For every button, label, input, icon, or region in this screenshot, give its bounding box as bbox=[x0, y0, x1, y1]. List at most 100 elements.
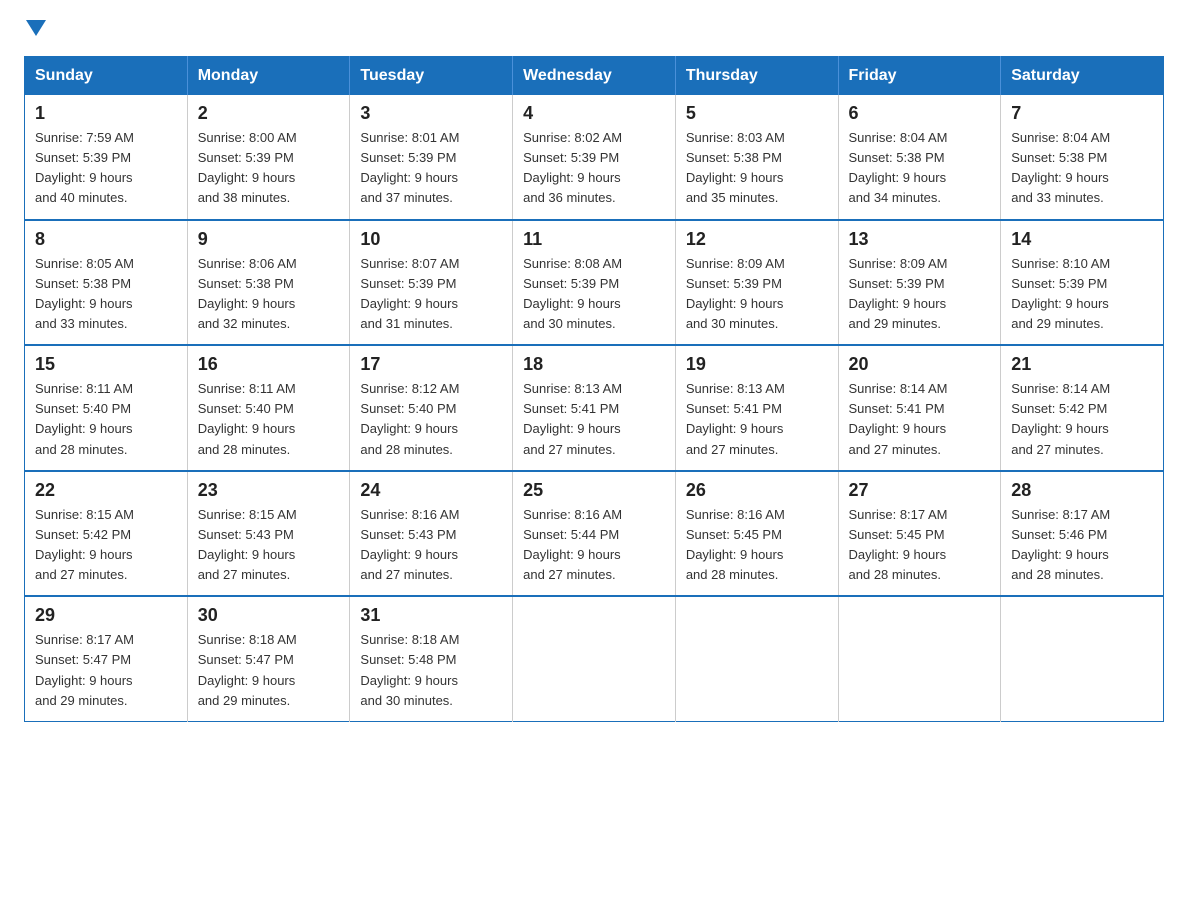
calendar-cell: 17 Sunrise: 8:12 AM Sunset: 5:40 PM Dayl… bbox=[350, 345, 513, 471]
calendar-cell: 9 Sunrise: 8:06 AM Sunset: 5:38 PM Dayli… bbox=[187, 220, 350, 346]
calendar-table: SundayMondayTuesdayWednesdayThursdayFrid… bbox=[24, 56, 1164, 722]
col-header-wednesday: Wednesday bbox=[513, 57, 676, 96]
day-info: Sunrise: 8:14 AM Sunset: 5:42 PM Dayligh… bbox=[1011, 379, 1153, 460]
day-number: 31 bbox=[360, 605, 502, 626]
col-header-sunday: Sunday bbox=[25, 57, 188, 96]
day-info: Sunrise: 8:04 AM Sunset: 5:38 PM Dayligh… bbox=[849, 128, 991, 209]
day-info: Sunrise: 8:11 AM Sunset: 5:40 PM Dayligh… bbox=[35, 379, 177, 460]
calendar-cell: 4 Sunrise: 8:02 AM Sunset: 5:39 PM Dayli… bbox=[513, 95, 676, 220]
day-info: Sunrise: 8:01 AM Sunset: 5:39 PM Dayligh… bbox=[360, 128, 502, 209]
day-number: 11 bbox=[523, 229, 665, 250]
col-header-friday: Friday bbox=[838, 57, 1001, 96]
calendar-cell: 26 Sunrise: 8:16 AM Sunset: 5:45 PM Dayl… bbox=[675, 471, 838, 597]
logo bbox=[24, 24, 46, 40]
day-info: Sunrise: 8:15 AM Sunset: 5:43 PM Dayligh… bbox=[198, 505, 340, 586]
day-number: 4 bbox=[523, 103, 665, 124]
calendar-cell bbox=[1001, 596, 1164, 721]
day-info: Sunrise: 8:17 AM Sunset: 5:46 PM Dayligh… bbox=[1011, 505, 1153, 586]
calendar-cell: 18 Sunrise: 8:13 AM Sunset: 5:41 PM Dayl… bbox=[513, 345, 676, 471]
day-info: Sunrise: 8:16 AM Sunset: 5:44 PM Dayligh… bbox=[523, 505, 665, 586]
calendar-week-4: 22 Sunrise: 8:15 AM Sunset: 5:42 PM Dayl… bbox=[25, 471, 1164, 597]
day-number: 26 bbox=[686, 480, 828, 501]
day-info: Sunrise: 8:18 AM Sunset: 5:47 PM Dayligh… bbox=[198, 630, 340, 711]
day-number: 20 bbox=[849, 354, 991, 375]
day-info: Sunrise: 8:09 AM Sunset: 5:39 PM Dayligh… bbox=[686, 254, 828, 335]
calendar-cell: 14 Sunrise: 8:10 AM Sunset: 5:39 PM Dayl… bbox=[1001, 220, 1164, 346]
day-info: Sunrise: 8:08 AM Sunset: 5:39 PM Dayligh… bbox=[523, 254, 665, 335]
calendar-week-5: 29 Sunrise: 8:17 AM Sunset: 5:47 PM Dayl… bbox=[25, 596, 1164, 721]
logo-triangle-icon bbox=[26, 20, 46, 36]
day-info: Sunrise: 8:17 AM Sunset: 5:45 PM Dayligh… bbox=[849, 505, 991, 586]
day-number: 17 bbox=[360, 354, 502, 375]
day-number: 18 bbox=[523, 354, 665, 375]
day-info: Sunrise: 8:06 AM Sunset: 5:38 PM Dayligh… bbox=[198, 254, 340, 335]
day-info: Sunrise: 8:04 AM Sunset: 5:38 PM Dayligh… bbox=[1011, 128, 1153, 209]
calendar-cell: 23 Sunrise: 8:15 AM Sunset: 5:43 PM Dayl… bbox=[187, 471, 350, 597]
calendar-cell: 8 Sunrise: 8:05 AM Sunset: 5:38 PM Dayli… bbox=[25, 220, 188, 346]
day-number: 28 bbox=[1011, 480, 1153, 501]
day-number: 13 bbox=[849, 229, 991, 250]
day-info: Sunrise: 8:16 AM Sunset: 5:43 PM Dayligh… bbox=[360, 505, 502, 586]
calendar-cell bbox=[675, 596, 838, 721]
day-number: 19 bbox=[686, 354, 828, 375]
calendar-cell bbox=[838, 596, 1001, 721]
calendar-cell: 22 Sunrise: 8:15 AM Sunset: 5:42 PM Dayl… bbox=[25, 471, 188, 597]
day-number: 6 bbox=[849, 103, 991, 124]
calendar-cell: 28 Sunrise: 8:17 AM Sunset: 5:46 PM Dayl… bbox=[1001, 471, 1164, 597]
calendar-cell: 27 Sunrise: 8:17 AM Sunset: 5:45 PM Dayl… bbox=[838, 471, 1001, 597]
page-header bbox=[24, 24, 1164, 40]
calendar-cell: 16 Sunrise: 8:11 AM Sunset: 5:40 PM Dayl… bbox=[187, 345, 350, 471]
calendar-cell bbox=[513, 596, 676, 721]
calendar-cell: 5 Sunrise: 8:03 AM Sunset: 5:38 PM Dayli… bbox=[675, 95, 838, 220]
day-number: 27 bbox=[849, 480, 991, 501]
calendar-cell: 12 Sunrise: 8:09 AM Sunset: 5:39 PM Dayl… bbox=[675, 220, 838, 346]
day-number: 12 bbox=[686, 229, 828, 250]
day-number: 24 bbox=[360, 480, 502, 501]
day-number: 1 bbox=[35, 103, 177, 124]
day-info: Sunrise: 8:18 AM Sunset: 5:48 PM Dayligh… bbox=[360, 630, 502, 711]
day-info: Sunrise: 8:05 AM Sunset: 5:38 PM Dayligh… bbox=[35, 254, 177, 335]
day-info: Sunrise: 8:15 AM Sunset: 5:42 PM Dayligh… bbox=[35, 505, 177, 586]
day-number: 16 bbox=[198, 354, 340, 375]
day-info: Sunrise: 8:12 AM Sunset: 5:40 PM Dayligh… bbox=[360, 379, 502, 460]
calendar-cell: 19 Sunrise: 8:13 AM Sunset: 5:41 PM Dayl… bbox=[675, 345, 838, 471]
day-info: Sunrise: 8:14 AM Sunset: 5:41 PM Dayligh… bbox=[849, 379, 991, 460]
day-info: Sunrise: 8:09 AM Sunset: 5:39 PM Dayligh… bbox=[849, 254, 991, 335]
calendar-cell: 29 Sunrise: 8:17 AM Sunset: 5:47 PM Dayl… bbox=[25, 596, 188, 721]
calendar-cell: 15 Sunrise: 8:11 AM Sunset: 5:40 PM Dayl… bbox=[25, 345, 188, 471]
day-number: 30 bbox=[198, 605, 340, 626]
calendar-cell: 20 Sunrise: 8:14 AM Sunset: 5:41 PM Dayl… bbox=[838, 345, 1001, 471]
day-number: 15 bbox=[35, 354, 177, 375]
col-header-monday: Monday bbox=[187, 57, 350, 96]
day-info: Sunrise: 8:00 AM Sunset: 5:39 PM Dayligh… bbox=[198, 128, 340, 209]
day-number: 2 bbox=[198, 103, 340, 124]
day-number: 22 bbox=[35, 480, 177, 501]
day-info: Sunrise: 7:59 AM Sunset: 5:39 PM Dayligh… bbox=[35, 128, 177, 209]
calendar-week-1: 1 Sunrise: 7:59 AM Sunset: 5:39 PM Dayli… bbox=[25, 95, 1164, 220]
day-number: 8 bbox=[35, 229, 177, 250]
calendar-cell: 25 Sunrise: 8:16 AM Sunset: 5:44 PM Dayl… bbox=[513, 471, 676, 597]
day-number: 21 bbox=[1011, 354, 1153, 375]
day-number: 23 bbox=[198, 480, 340, 501]
calendar-cell: 13 Sunrise: 8:09 AM Sunset: 5:39 PM Dayl… bbox=[838, 220, 1001, 346]
calendar-cell: 6 Sunrise: 8:04 AM Sunset: 5:38 PM Dayli… bbox=[838, 95, 1001, 220]
day-info: Sunrise: 8:07 AM Sunset: 5:39 PM Dayligh… bbox=[360, 254, 502, 335]
calendar-cell: 30 Sunrise: 8:18 AM Sunset: 5:47 PM Dayl… bbox=[187, 596, 350, 721]
day-number: 3 bbox=[360, 103, 502, 124]
calendar-week-2: 8 Sunrise: 8:05 AM Sunset: 5:38 PM Dayli… bbox=[25, 220, 1164, 346]
day-info: Sunrise: 8:17 AM Sunset: 5:47 PM Dayligh… bbox=[35, 630, 177, 711]
day-number: 5 bbox=[686, 103, 828, 124]
col-header-thursday: Thursday bbox=[675, 57, 838, 96]
calendar-cell: 11 Sunrise: 8:08 AM Sunset: 5:39 PM Dayl… bbox=[513, 220, 676, 346]
day-number: 9 bbox=[198, 229, 340, 250]
day-info: Sunrise: 8:13 AM Sunset: 5:41 PM Dayligh… bbox=[686, 379, 828, 460]
day-number: 10 bbox=[360, 229, 502, 250]
day-info: Sunrise: 8:03 AM Sunset: 5:38 PM Dayligh… bbox=[686, 128, 828, 209]
day-info: Sunrise: 8:13 AM Sunset: 5:41 PM Dayligh… bbox=[523, 379, 665, 460]
day-number: 29 bbox=[35, 605, 177, 626]
day-info: Sunrise: 8:10 AM Sunset: 5:39 PM Dayligh… bbox=[1011, 254, 1153, 335]
day-number: 14 bbox=[1011, 229, 1153, 250]
calendar-cell: 7 Sunrise: 8:04 AM Sunset: 5:38 PM Dayli… bbox=[1001, 95, 1164, 220]
day-info: Sunrise: 8:11 AM Sunset: 5:40 PM Dayligh… bbox=[198, 379, 340, 460]
col-header-tuesday: Tuesday bbox=[350, 57, 513, 96]
